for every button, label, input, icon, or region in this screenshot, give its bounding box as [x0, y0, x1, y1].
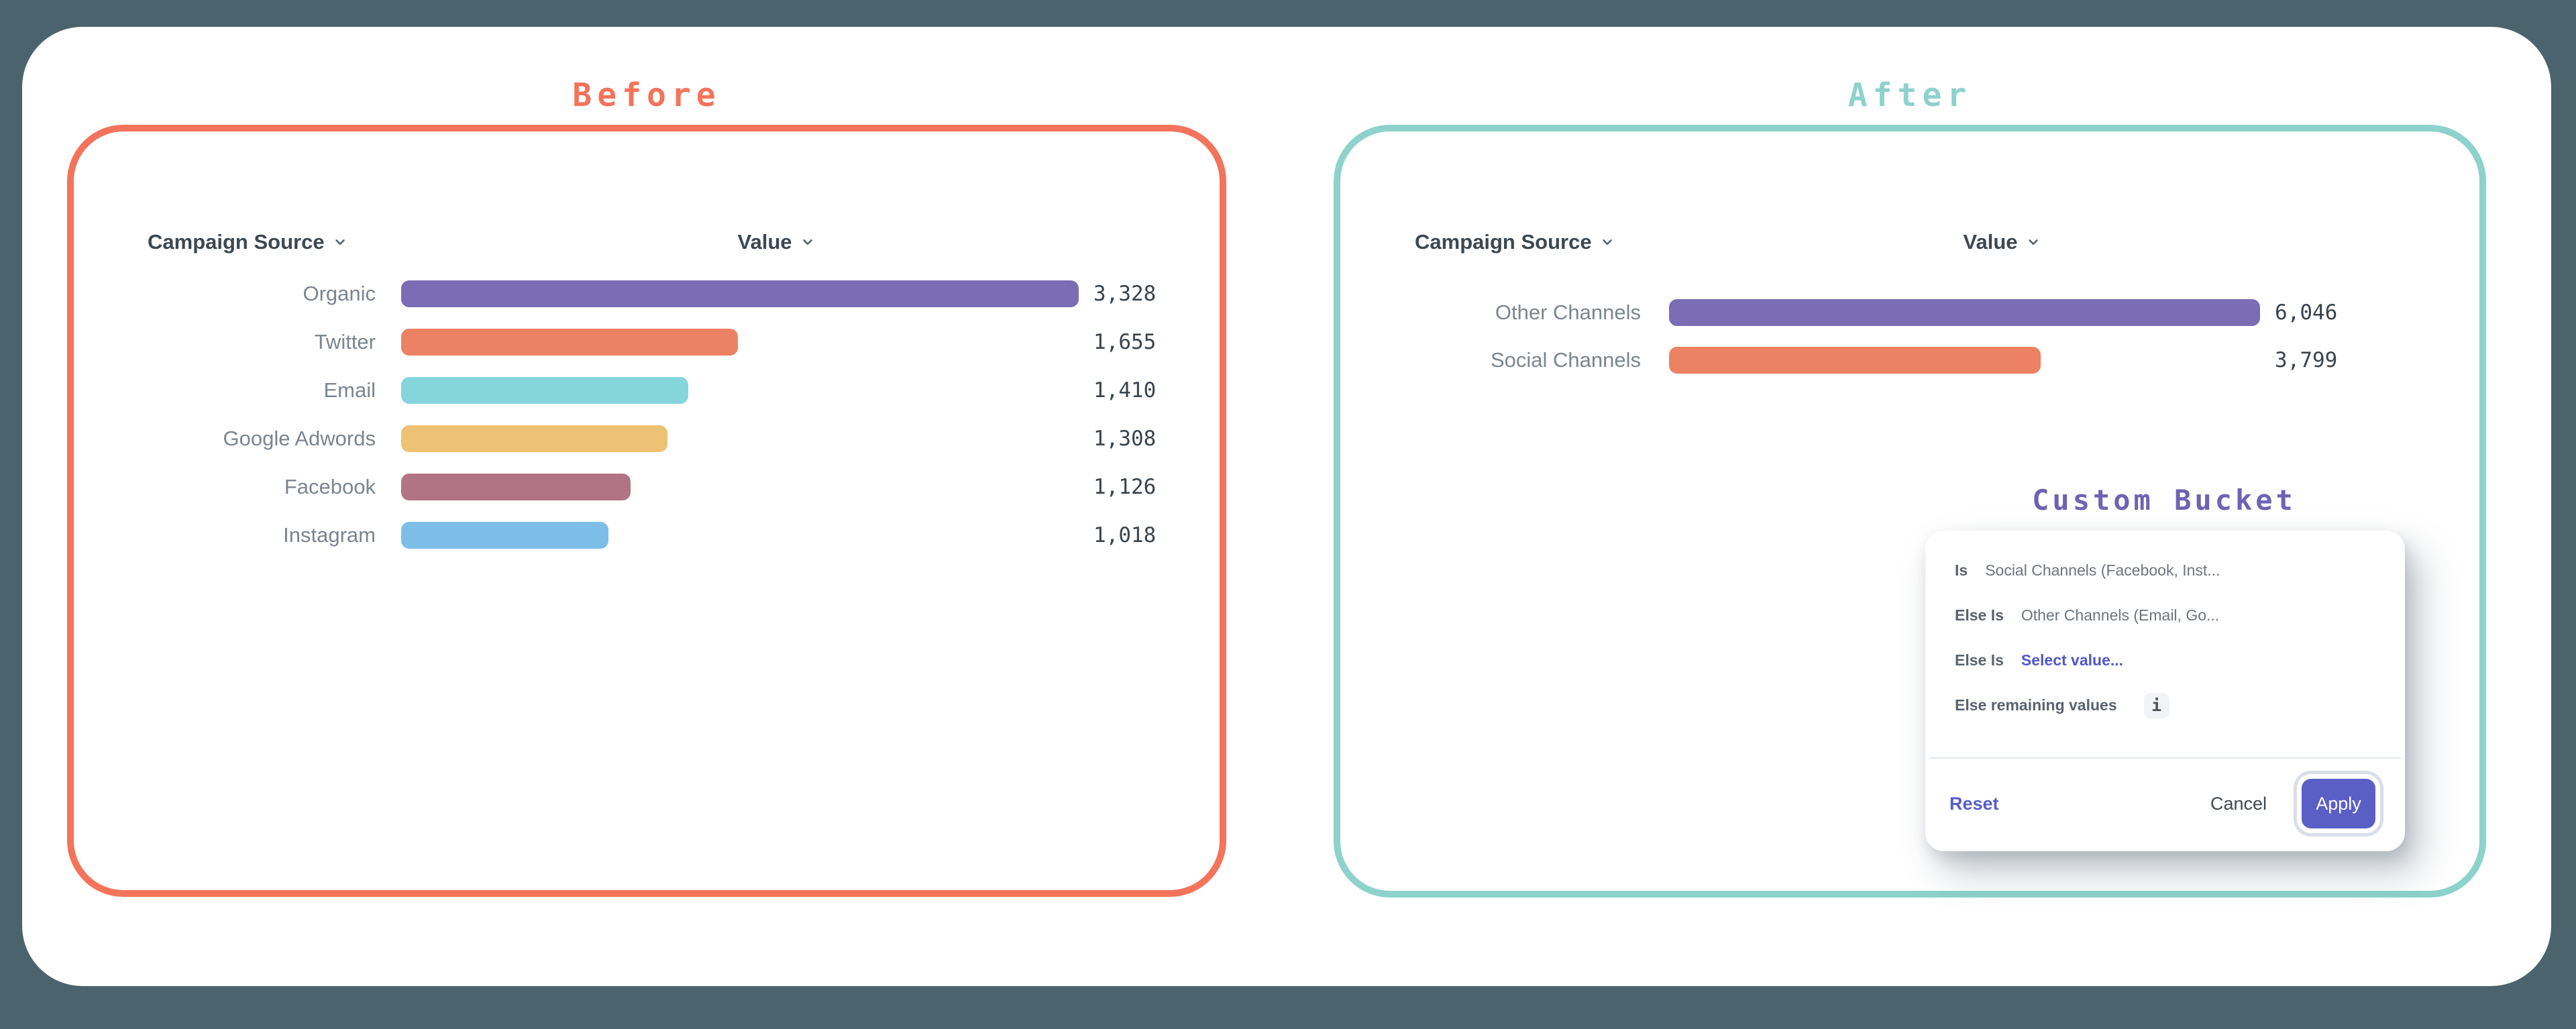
chevron-down-icon — [799, 233, 816, 251]
before-title: Before — [445, 78, 848, 113]
chevron-down-icon — [331, 233, 349, 251]
before-measure-header-label: Value — [738, 229, 792, 255]
row-value: 1,655 — [1093, 330, 1156, 354]
row-value: 1,126 — [1093, 475, 1156, 499]
row-value: 1,018 — [1093, 523, 1156, 547]
after-bar-chart: Other Channels 6,046 Social Channels 3,7… — [1409, 299, 2337, 374]
row-label: Facebook — [148, 475, 376, 499]
before-dimension-header[interactable]: Campaign Source — [148, 229, 349, 255]
table-row: Twitter 1,655 — [148, 329, 1156, 356]
value-bar — [401, 377, 688, 404]
row-label: Social Channels — [1409, 348, 1641, 372]
dialog-footer: Reset Cancel Apply — [1925, 759, 2405, 849]
after-dimension-header[interactable]: Campaign Source — [1415, 229, 1616, 255]
row-value: 1,410 — [1093, 378, 1156, 402]
bucket-value[interactable]: Social Channels (Facebook, Inst... — [1985, 561, 2220, 580]
info-icon[interactable]: i — [2144, 693, 2169, 718]
bucket-condition-label: Else remaining values — [1955, 696, 2117, 714]
value-bar — [401, 474, 631, 500]
after-title: After — [1709, 78, 2111, 113]
chevron-down-icon — [2025, 233, 2042, 251]
cancel-button[interactable]: Cancel — [2210, 794, 2267, 814]
before-dimension-header-label: Campaign Source — [148, 229, 325, 255]
bucket-rule-row: Else remaining values i — [1955, 683, 2385, 728]
bar-track — [401, 280, 1079, 307]
custom-bucket-rows: Is Social Channels (Facebook, Inst... El… — [1925, 531, 2405, 728]
row-label: Google Adwords — [148, 427, 376, 451]
row-label: Instagram — [148, 523, 376, 547]
bar-track — [401, 425, 1079, 452]
bar-track — [1669, 347, 2260, 374]
table-row: Social Channels 3,799 — [1409, 347, 2337, 374]
before-measure-header[interactable]: Value — [710, 229, 844, 255]
value-bar — [401, 522, 608, 549]
bar-track — [401, 329, 1079, 356]
row-value: 1,308 — [1093, 427, 1156, 451]
bar-track — [1669, 299, 2260, 326]
bucket-condition-label: Else Is — [1955, 606, 2004, 625]
apply-button[interactable]: Apply — [2302, 779, 2375, 828]
bucket-rule-row: Else Is Other Channels (Email, Go... — [1955, 593, 2385, 638]
chevron-down-icon — [1599, 233, 1616, 251]
table-row: Instagram 1,018 — [148, 522, 1156, 549]
bar-track — [401, 377, 1079, 404]
row-value: 6,046 — [2275, 301, 2337, 325]
page-background: Before After Campaign Source Value Organ… — [0, 0, 2576, 1029]
before-bar-chart: Organic 3,328 Twitter 1,655 Email 1,410 … — [148, 280, 1156, 549]
value-bar — [401, 425, 667, 452]
bucket-condition-label: Is — [1955, 561, 1968, 580]
custom-bucket-title: Custom Bucket — [1963, 484, 2365, 517]
row-label: Twitter — [148, 330, 376, 354]
value-bar — [401, 280, 1079, 307]
after-measure-header-label: Value — [1964, 229, 2018, 255]
row-label: Organic — [148, 282, 376, 306]
value-bar — [401, 329, 738, 356]
row-value: 3,328 — [1093, 282, 1156, 306]
after-dimension-header-label: Campaign Source — [1415, 229, 1592, 255]
bucket-condition-label: Else Is — [1955, 651, 2004, 669]
bar-track — [401, 522, 1079, 549]
content-card: Before After Campaign Source Value Organ… — [22, 27, 2551, 986]
table-row: Email 1,410 — [148, 377, 1156, 404]
after-measure-header[interactable]: Value — [1935, 229, 2070, 255]
table-row: Google Adwords 1,308 — [148, 425, 1156, 452]
value-bar — [1669, 299, 2260, 326]
custom-bucket-dialog: Is Social Channels (Facebook, Inst... El… — [1925, 531, 2405, 851]
reset-button[interactable]: Reset — [1949, 794, 1999, 814]
bucket-select-value-link[interactable]: Select value... — [2021, 651, 2123, 669]
table-row: Other Channels 6,046 — [1409, 299, 2337, 326]
bucket-rule-row: Else Is Select value... — [1955, 638, 2385, 683]
table-row: Facebook 1,126 — [148, 474, 1156, 500]
row-label: Other Channels — [1409, 301, 1641, 325]
row-label: Email — [148, 378, 376, 402]
bucket-value[interactable]: Other Channels (Email, Go... — [2021, 606, 2219, 625]
table-row: Organic 3,328 — [148, 280, 1156, 307]
value-bar — [1669, 347, 2041, 374]
bucket-rule-row: Is Social Channels (Facebook, Inst... — [1955, 548, 2385, 593]
row-value: 3,799 — [2275, 348, 2337, 372]
bar-track — [401, 474, 1079, 500]
